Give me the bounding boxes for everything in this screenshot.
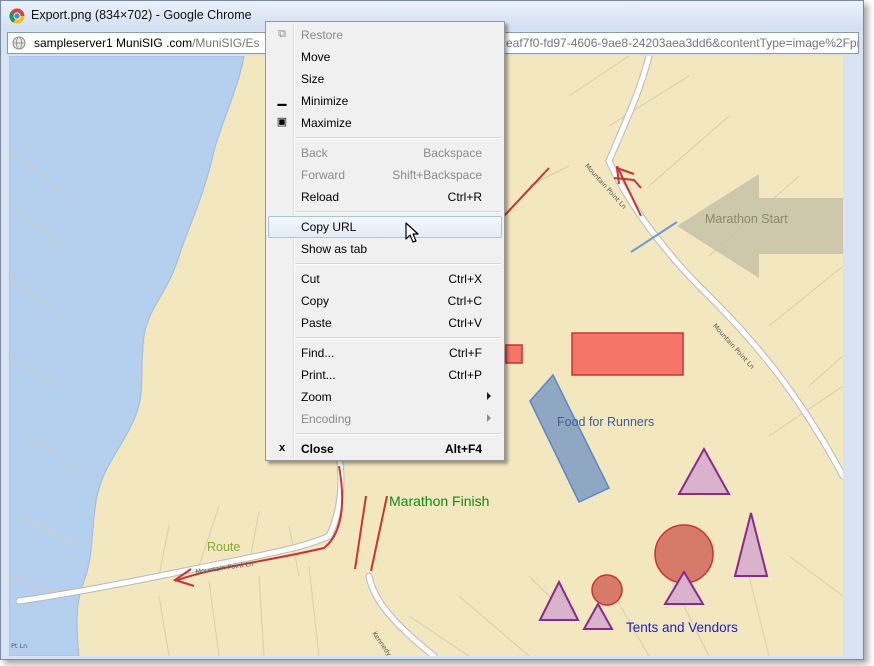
menu-separator (295, 337, 501, 339)
menu-item-copy[interactable]: Copy Ctrl+C (268, 290, 502, 312)
menu-item-zoom[interactable]: Zoom (268, 386, 502, 408)
menu-separator (295, 137, 501, 139)
menu-item-maximize[interactable]: ▣ Maximize (268, 112, 502, 134)
menu-item-close[interactable]: x Close Alt+F4 (268, 438, 502, 460)
url-text: sampleserver1 MuniSIG .com/MuniSIG/Es (34, 36, 259, 50)
url-host-2: MuniSIG (116, 36, 163, 50)
maximize-icon: ▣ (276, 116, 288, 128)
menu-item-print[interactable]: Print... Ctrl+P (268, 364, 502, 386)
menu-item-move[interactable]: Move (268, 46, 502, 68)
mouse-cursor-icon (405, 222, 419, 243)
menu-item-minimize[interactable]: ▁ Minimize (268, 90, 502, 112)
url-host-3: .com (166, 36, 193, 50)
menu-item-copy-url[interactable]: Copy URL (268, 216, 502, 238)
window-title: Export.png (834×702) - Google Chrome (31, 8, 252, 22)
submenu-arrow-icon (487, 392, 491, 400)
menu-item-size[interactable]: Size (268, 68, 502, 90)
globe-icon (12, 36, 26, 50)
menu-item-back[interactable]: Back Backspace (268, 142, 502, 164)
food-for-runners-label: Food for Runners (557, 415, 655, 429)
route-label: Route (207, 540, 241, 554)
menu-item-cut[interactable]: Cut Ctrl+X (268, 268, 502, 290)
menu-separator (295, 433, 501, 435)
restore-icon: ⧉ (278, 28, 286, 40)
url-path-end: eaf7f0-fd97-4606-9ae8-24203aea3dd6&conte… (506, 36, 859, 50)
window-context-menu: ⧉ Restore Move Size ▁ Minimize ▣ Maximiz… (265, 21, 505, 461)
close-icon: x (278, 442, 286, 454)
menu-item-forward[interactable]: Forward Shift+Backspace (268, 164, 502, 186)
menu-separator (295, 211, 501, 213)
menu-item-find[interactable]: Find... Ctrl+F (268, 342, 502, 364)
menu-item-paste[interactable]: Paste Ctrl+V (268, 312, 502, 334)
road-label: Pt Ln (11, 642, 28, 650)
chrome-icon (9, 8, 25, 24)
marathon-finish-label: Marathon Finish (389, 493, 490, 509)
menu-item-encoding[interactable]: Encoding (268, 408, 502, 430)
url-path-start: /MuniSIG/Es (192, 36, 260, 50)
menu-item-show-as-tab[interactable]: Show as tab (268, 238, 502, 260)
menu-item-reload[interactable]: Reload Ctrl+R (268, 186, 502, 208)
tents-and-vendors-label: Tents and Vendors (626, 620, 738, 635)
menu-item-restore[interactable]: ⧉ Restore (268, 24, 502, 46)
minimize-icon: ▁ (277, 94, 287, 106)
menu-separator (295, 263, 501, 265)
submenu-arrow-icon (487, 414, 491, 422)
url-host-1: sampleserver1 (34, 36, 113, 50)
marathon-start-label: Marathon Start (705, 212, 788, 226)
